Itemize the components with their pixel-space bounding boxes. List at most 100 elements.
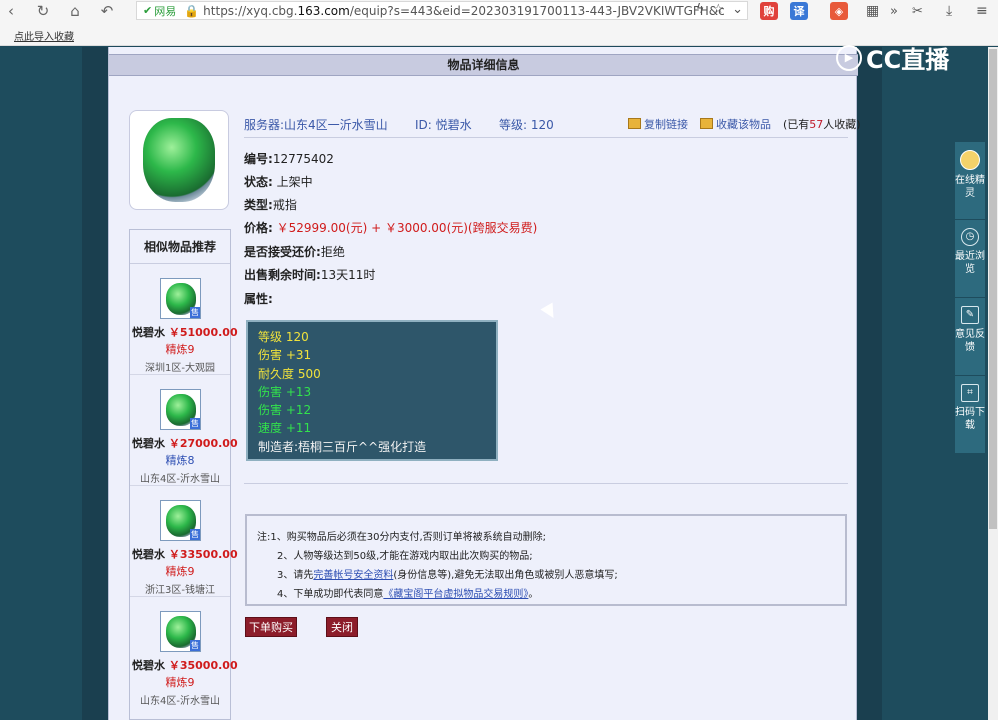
sale-tag: 售	[190, 529, 200, 540]
scroll-thumb[interactable]	[989, 49, 997, 529]
bolt-icon[interactable]: ϟ	[696, 2, 705, 17]
info-divider	[244, 137, 848, 138]
link-icon	[628, 118, 641, 129]
lock-icon: 🔒	[184, 3, 200, 18]
item-thumbnail[interactable]: 售	[160, 611, 201, 652]
online-assistant-button[interactable]: 在线精灵	[955, 142, 985, 220]
recent-browse-button[interactable]: ◷ 最近浏览	[955, 220, 985, 298]
item-actions: 复制链接 收藏该物品 (已有57人收藏)	[628, 116, 861, 132]
attr-maker: 制造者:梧桐三百斤^^强化打造	[258, 439, 427, 454]
list-item[interactable]: 售 悦碧水 ￥35000.00 精炼9 山东4区-沂水雪山	[130, 597, 238, 708]
status-line: 状态: 上架中	[244, 175, 313, 189]
menu-icon[interactable]: ≡	[976, 0, 988, 22]
undo-icon[interactable]: ↶	[96, 0, 118, 22]
item-name: 悦碧水 ￥35000.00	[132, 659, 238, 672]
secure-badge: ✔ 网易	[143, 4, 177, 18]
copy-link-button[interactable]: 复制链接	[628, 116, 688, 132]
notice-line-1: 注:1、购买物品后必须在30分内支付,否则订单将被系统自动删除;	[257, 532, 547, 543]
price-line: 价格: ￥52999.00(元) + ￥3000.00(元)(跨服交易费)	[244, 221, 538, 235]
attr-bonus-damage-2: 伤害 +12	[258, 403, 312, 418]
security-info-link[interactable]: 完善帐号安全资料	[313, 570, 393, 581]
attr-label: 属性:	[244, 292, 273, 306]
sale-tag: 售	[190, 418, 200, 429]
bargain-line: 是否接受还价:拒绝	[244, 245, 345, 259]
url-text: https://xyq.cbg.163.com/equip?s=443&eid=…	[203, 3, 725, 18]
item-image	[129, 110, 229, 210]
remain-line: 出售剩余时间:13天11时	[244, 268, 376, 282]
level-info: 等级: 120	[499, 118, 554, 132]
watermark-logo: ▶ CC直播	[836, 40, 949, 75]
card-title: 物品详细信息	[109, 54, 858, 76]
notice-line-2: 2、人物等级达到50级,才能在游戏内取出此次购买的物品;	[277, 551, 533, 562]
type-line: 类型:戒指	[244, 198, 297, 212]
notice-line-3: 3、请先完善帐号安全资料(身份信息等),避免无法取出角色或被别人恶意填写;	[277, 570, 618, 581]
sale-tag: 售	[190, 640, 200, 651]
apps-icon[interactable]: ▦	[866, 0, 879, 22]
attr-bonus-speed: 速度 +11	[258, 421, 312, 436]
item-refine: 精炼9	[165, 676, 195, 689]
game-icon: ◈	[830, 2, 848, 20]
avatar	[960, 150, 980, 170]
buy-button[interactable]: 下单购买	[245, 617, 297, 637]
item-thumbnail[interactable]: 售	[160, 389, 201, 430]
item-server: 山东4区-沂水雪山	[140, 474, 220, 485]
item-name: 悦碧水 ￥33500.00	[132, 548, 238, 561]
scrollbar[interactable]	[988, 47, 998, 720]
item-server: 山东4区-沂水雪山	[140, 696, 220, 707]
list-item[interactable]: 售 悦碧水 ￥33500.00 精炼9 浙江3区-钱塘江	[130, 486, 238, 597]
notice-divider	[244, 483, 848, 484]
edit-icon: ✎	[961, 306, 979, 324]
item-thumbnail[interactable]: 售	[160, 278, 201, 319]
item-name: 悦碧水 ￥27000.00	[132, 437, 238, 450]
ext-translate[interactable]: 译	[790, 0, 808, 22]
similar-title: 相似物品推荐	[130, 230, 230, 264]
item-refine: 精炼8	[165, 454, 195, 467]
cut-icon[interactable]: ✂	[912, 0, 923, 22]
ext-buy[interactable]: 购	[760, 0, 778, 22]
close-button[interactable]: 关闭	[326, 617, 358, 637]
trade-rules-link[interactable]: 《藏宝阁平台虚拟物品交易规则》	[383, 589, 528, 600]
home-icon[interactable]: ⌂	[64, 0, 86, 22]
id-info: ID: 悦碧水	[415, 118, 472, 132]
chevron-down-icon[interactable]: ⌄	[732, 2, 743, 17]
sale-tag: 售	[190, 307, 200, 318]
translate-icon: 译	[790, 2, 808, 20]
reload-icon[interactable]: ↻	[32, 0, 54, 22]
ext-game[interactable]: ◈	[830, 0, 848, 22]
float-panel: 在线精灵 ◷ 最近浏览 ✎ 意见反馈 ⌗ 扫码下载	[955, 142, 985, 454]
item-thumbnail[interactable]: 售	[160, 500, 201, 541]
item-server: 深圳1区-大观园	[145, 363, 215, 374]
cc-icon: ▶	[836, 44, 862, 71]
clock-icon: ◷	[961, 228, 979, 246]
attr-level: 等级 120	[258, 330, 309, 344]
notice-box: 注:1、购买物品后必须在30分内支付,否则订单将被系统自动删除; 2、人物等级达…	[245, 514, 847, 606]
list-item[interactable]: 售 悦碧水 ￥51000.00 精炼9 深圳1区-大观园	[130, 264, 238, 375]
feedback-button[interactable]: ✎ 意见反馈	[955, 298, 985, 376]
favorite-button[interactable]: 收藏该物品	[700, 116, 771, 132]
buy-icon: 购	[760, 2, 778, 20]
shield-icon: ✔	[143, 4, 153, 17]
server-info: 服务器:山东4区一沂水雪山	[244, 118, 388, 132]
item-refine: 精炼9	[165, 565, 195, 578]
scan-download-button[interactable]: ⌗ 扫码下载	[955, 376, 985, 454]
more-icon[interactable]: »	[890, 0, 898, 22]
qr-icon: ⌗	[961, 384, 979, 402]
back-icon[interactable]: ‹	[0, 0, 22, 22]
attr-durability: 耐久度 500	[258, 366, 321, 381]
import-bookmarks-link[interactable]: 点此导入收藏	[14, 28, 74, 43]
item-server: 浙江3区-钱塘江	[145, 585, 215, 596]
download-icon[interactable]: ⤓	[946, 0, 952, 22]
attr-damage: 伤害 +31	[258, 348, 312, 363]
star-icon[interactable]: ☆	[712, 2, 724, 17]
collected-count: (已有57人收藏)	[783, 118, 861, 131]
ring-icon	[143, 118, 215, 202]
address-bar[interactable]: ✔ 网易 🔒 https://xyq.cbg.163.com/equip?s=4…	[136, 1, 748, 20]
item-name: 悦碧水 ￥51000.00	[132, 326, 238, 339]
notice-line-4: 4、下单成功即代表同意《藏宝阁平台虚拟物品交易规则》。	[277, 589, 539, 600]
serial-line: 编号:12775402	[244, 152, 334, 166]
list-item[interactable]: 售 悦碧水 ￥27000.00 精炼8 山东4区-沂水雪山	[130, 375, 238, 486]
attribute-box: 等级 120 伤害 +31 耐久度 500 伤害 +13 伤害 +12 速度 +…	[246, 320, 498, 461]
item-refine: 精炼9	[165, 343, 195, 356]
folder-icon	[700, 118, 713, 129]
attr-bonus-damage-1: 伤害 +13	[258, 384, 312, 399]
